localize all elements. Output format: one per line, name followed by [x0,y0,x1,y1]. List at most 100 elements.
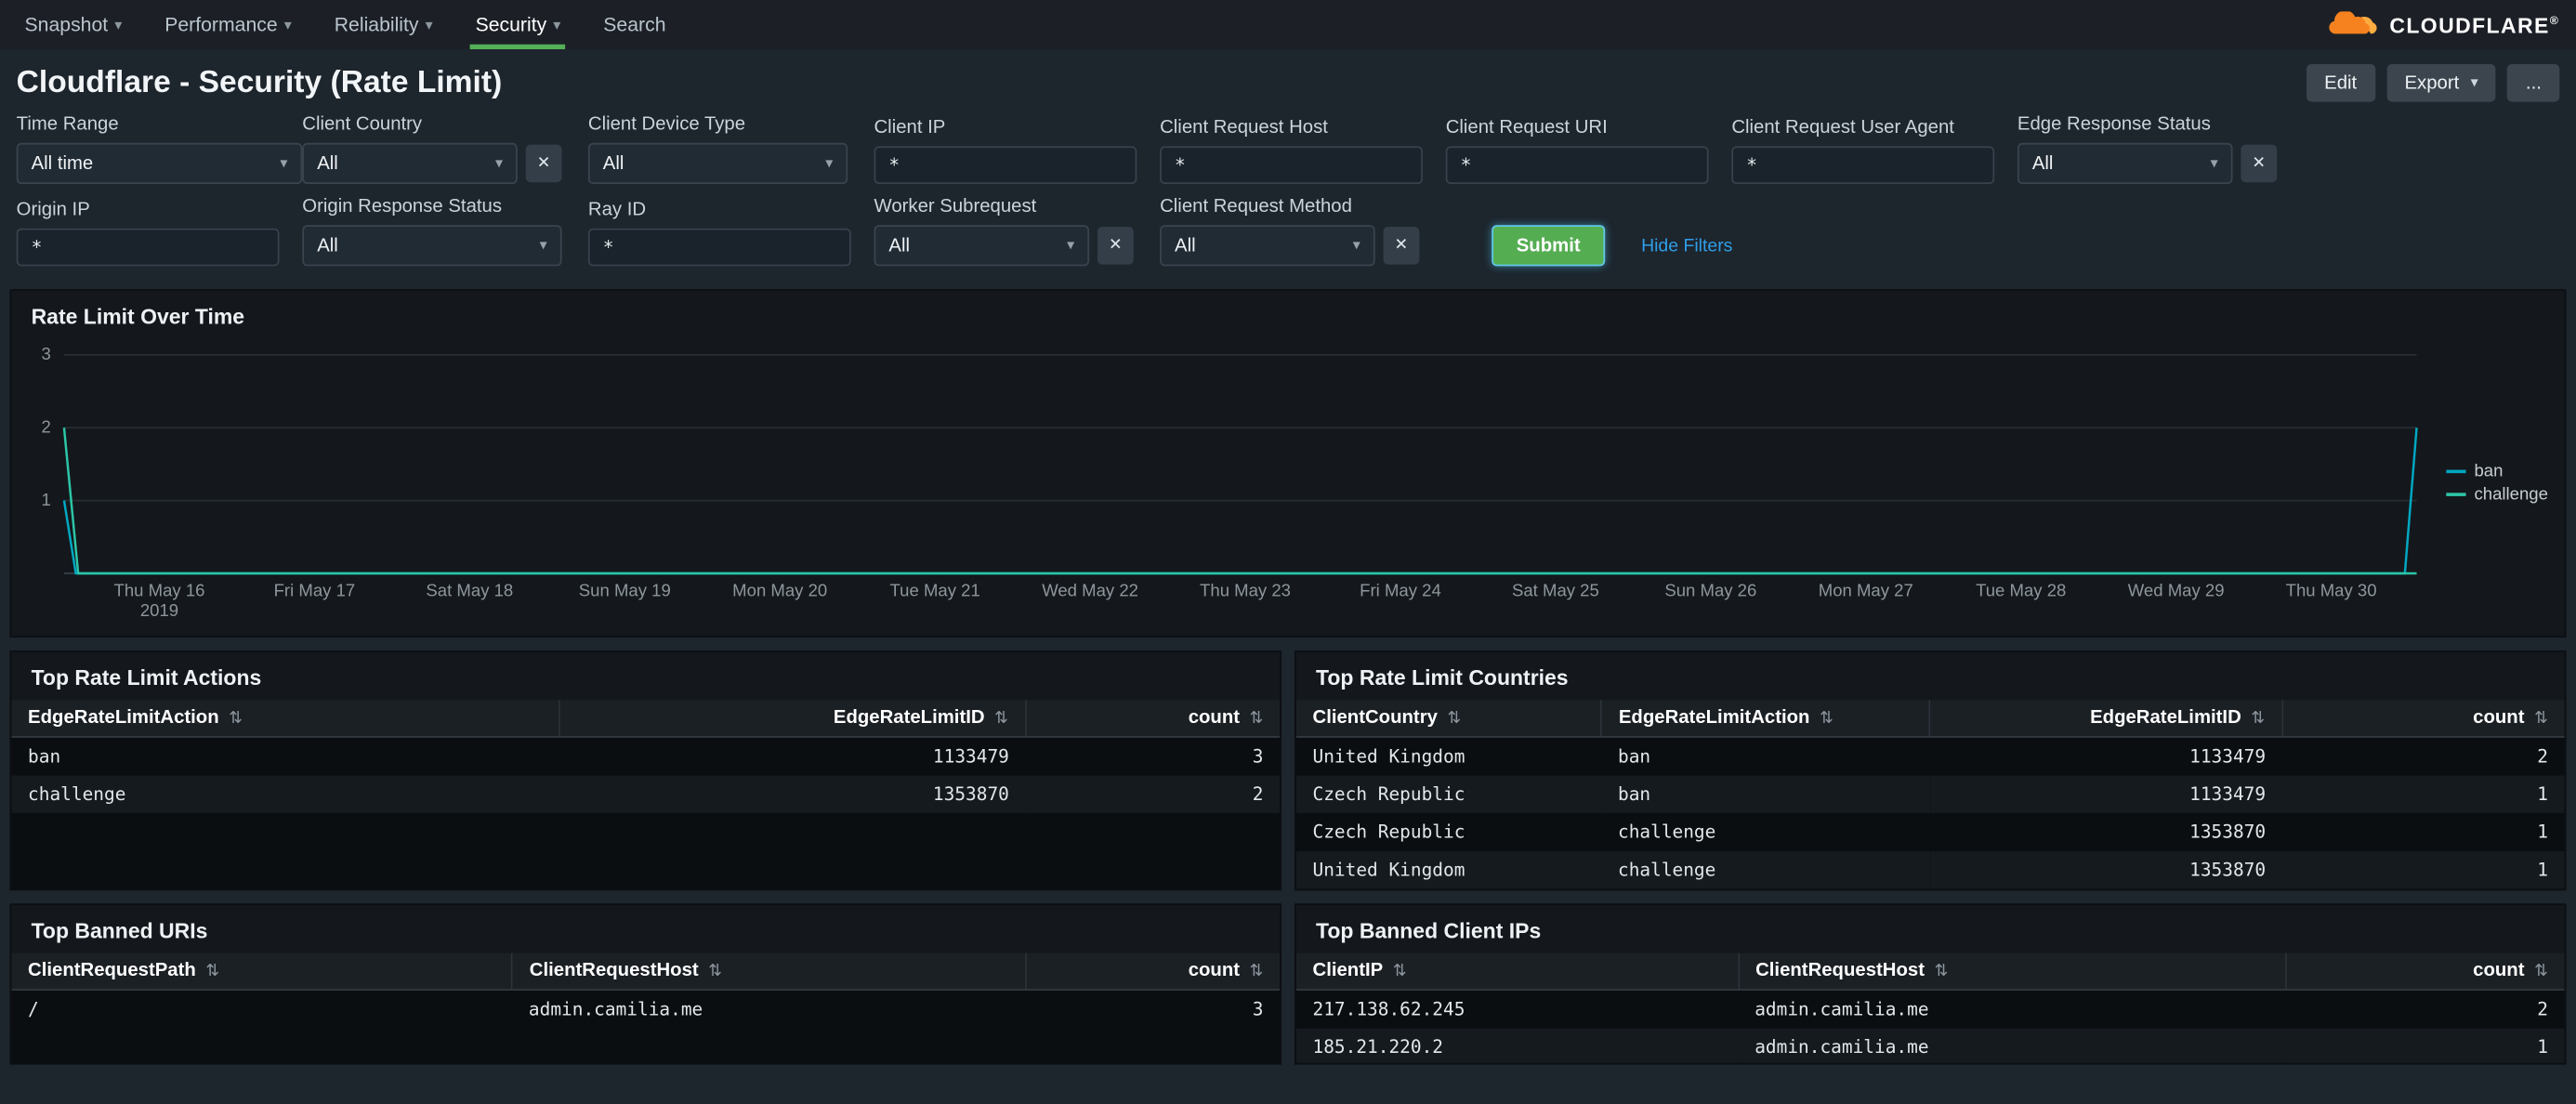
nav-item-security[interactable]: Security ▾ [454,0,583,50]
top-banned-client-ips-table: ClientIP ⇅ ClientRequestHost ⇅ count ⇅ 217.138… [1295,953,2565,1063]
column-header[interactable]: EdgeRateLimitAction ⇅ [1601,700,1932,738]
submit-area: Submit Hide Filters [1492,225,1732,267]
table-cell[interactable]: / [11,990,512,1029]
table-row: / admin.camilia.me 3 [11,990,1281,1029]
svg-text:Sun May 26: Sun May 26 [1664,581,1756,600]
column-header[interactable]: ClientRequestHost ⇅ [512,953,1027,992]
table-cell[interactable]: Czech Republic [1296,775,1601,813]
svg-text:Wed May 22: Wed May 22 [1042,581,1138,600]
client-request-uri-input[interactable] [1445,146,1709,185]
ray-id-filter: Ray ID [587,188,874,267]
table-cell[interactable]: 1133479 [559,737,1026,776]
panel-top-rate-limit-countries: Top Rate Limit Countries ClientCountry ⇅ E… [1295,651,2567,891]
submit-button[interactable]: Submit [1492,225,1606,267]
table-cell[interactable]: challenge [11,775,559,813]
column-header[interactable]: EdgeRateLimitID ⇅ [559,700,1027,738]
nav-item-reliability[interactable]: Reliability ▾ [313,0,454,49]
table-cell[interactable]: 1 [2282,775,2565,813]
table-cell[interactable]: challenge [1601,851,1930,889]
edge-response-status-dropdown[interactable]: All ▾ [2017,142,2233,185]
filter-label: Time Range [16,114,119,135]
worker-subrequest-clear-button[interactable]: ✕ [1097,226,1134,265]
table-cell[interactable]: 1 [2282,851,2565,889]
svg-text:Thu May 23: Thu May 23 [1200,581,1291,600]
column-header[interactable]: count ⇅ [2286,953,2565,992]
table-cell[interactable]: 2 [2282,737,2565,776]
table-cell[interactable]: 1133479 [1930,737,2282,776]
table-cell[interactable]: 1 [2282,813,2565,851]
sort-icon: ⇅ [1447,709,1462,729]
cloudflare-logo: CLOUDFLARE® [2325,0,2576,49]
dropdown-value: All [2031,153,2054,174]
column-header[interactable]: ClientRequestPath ⇅ [11,953,514,992]
table-cell[interactable]: 1 [2287,1029,2565,1063]
origin-ip-input[interactable] [16,228,280,267]
table-cell[interactable]: ban [1601,775,1930,813]
table-cell[interactable]: 1353870 [559,775,1026,813]
more-options-button[interactable]: ... [2507,63,2560,102]
table-cell[interactable]: 3 [1026,737,1281,776]
table-cell[interactable]: 2 [2287,990,2565,1029]
column-header[interactable]: count ⇅ [2281,700,2565,738]
filter-label: Client IP [874,118,946,138]
client-request-method-clear-button[interactable]: ✕ [1383,226,1420,265]
client-country-dropdown[interactable]: All ▾ [302,142,518,185]
table-cell[interactable]: 2 [1026,775,1281,813]
column-header[interactable]: EdgeRateLimitID ⇅ [1930,700,2283,738]
table-cell[interactable]: admin.camilia.me [512,990,1025,1029]
column-header[interactable]: ClientRequestHost ⇅ [1738,953,2288,992]
svg-text:Sun May 19: Sun May 19 [579,581,671,600]
table-cell[interactable]: 3 [1026,990,1281,1029]
table-wrapper: EdgeRateLimitAction ⇅ EdgeRateLimitID ⇅ coun… [11,700,1281,889]
client-country-clear-button[interactable]: ✕ [525,144,562,183]
table-cell[interactable]: ban [1601,737,1930,776]
origin-response-status-dropdown[interactable]: All ▾ [302,225,562,267]
table-cell[interactable]: 1353870 [1930,813,2282,851]
time-range-filter: Time Range All time ▾ [16,102,303,185]
dropdown-value: All [317,153,338,174]
client-device-type-dropdown[interactable]: All ▾ [587,142,848,185]
dropdown-value: All [1175,235,1196,256]
table-cell[interactable]: admin.camilia.me [1739,990,2287,1029]
client-request-host-input[interactable] [1160,146,1423,185]
sort-icon: ⇅ [2534,962,2548,981]
nav-item-snapshot[interactable]: Snapshot ▾ [4,0,144,49]
client-request-user-agent-input[interactable] [1731,146,1995,185]
panel-top-rate-limit-actions: Top Rate Limit Actions EdgeRateLimitActi… [9,651,1281,891]
column-header[interactable]: EdgeRateLimitAction ⇅ [11,700,560,738]
worker-subrequest-dropdown[interactable]: All ▾ [874,225,1090,267]
column-header[interactable]: count ⇅ [1025,700,1281,738]
client-ip-input[interactable] [874,146,1137,185]
table-cell[interactable]: United Kingdom [1296,851,1601,889]
svg-text:Wed May 29: Wed May 29 [2128,581,2225,600]
ray-id-input[interactable] [587,228,851,267]
svg-text:Tue May 28: Tue May 28 [1976,581,2066,600]
client-request-uri-filter: Client Request URI [1445,105,1732,185]
table-cell[interactable]: United Kingdom [1296,737,1601,776]
table-cell[interactable]: Czech Republic [1296,813,1601,851]
hide-filters-link[interactable]: Hide Filters [1641,236,1732,256]
edge-response-status-clear-button[interactable]: ✕ [2241,144,2278,183]
table-cell[interactable]: admin.camilia.me [1739,1029,2287,1063]
table-cell[interactable]: 1133479 [1930,775,2282,813]
table-cell[interactable]: ban [11,737,559,776]
column-header[interactable]: ClientIP ⇅ [1295,953,1740,992]
client-request-method-dropdown[interactable]: All ▾ [1160,225,1375,267]
export-button[interactable]: Export ▾ [2386,63,2497,102]
filter-label: Client Request Method [1160,197,1352,217]
caret-down-icon: ▾ [280,154,288,171]
column-header[interactable]: count ⇅ [1025,953,1281,992]
edit-button[interactable]: Edit [2306,63,2375,102]
table-cell[interactable]: 1353870 [1930,851,2282,889]
table-row: challenge 1353870 2 [11,775,1281,814]
table-cell[interactable]: 185.21.220.2 [1296,1029,1739,1063]
table-cell[interactable]: 217.138.62.245 [1296,990,1739,1029]
nav-item-performance[interactable]: Performance ▾ [143,0,313,49]
time-range-dropdown[interactable]: All time ▾ [16,142,303,185]
filter-label: Client Request URI [1445,118,1608,138]
legend-label: ban [2474,461,2504,481]
table-cell[interactable]: challenge [1601,813,1930,851]
panel-top-banned-client-ips: Top Banned Client IPs ClientIP ⇅ ClientReq… [1295,903,2567,1065]
column-header[interactable]: ClientCountry ⇅ [1295,700,1603,738]
nav-item-search[interactable]: Search [582,0,687,49]
